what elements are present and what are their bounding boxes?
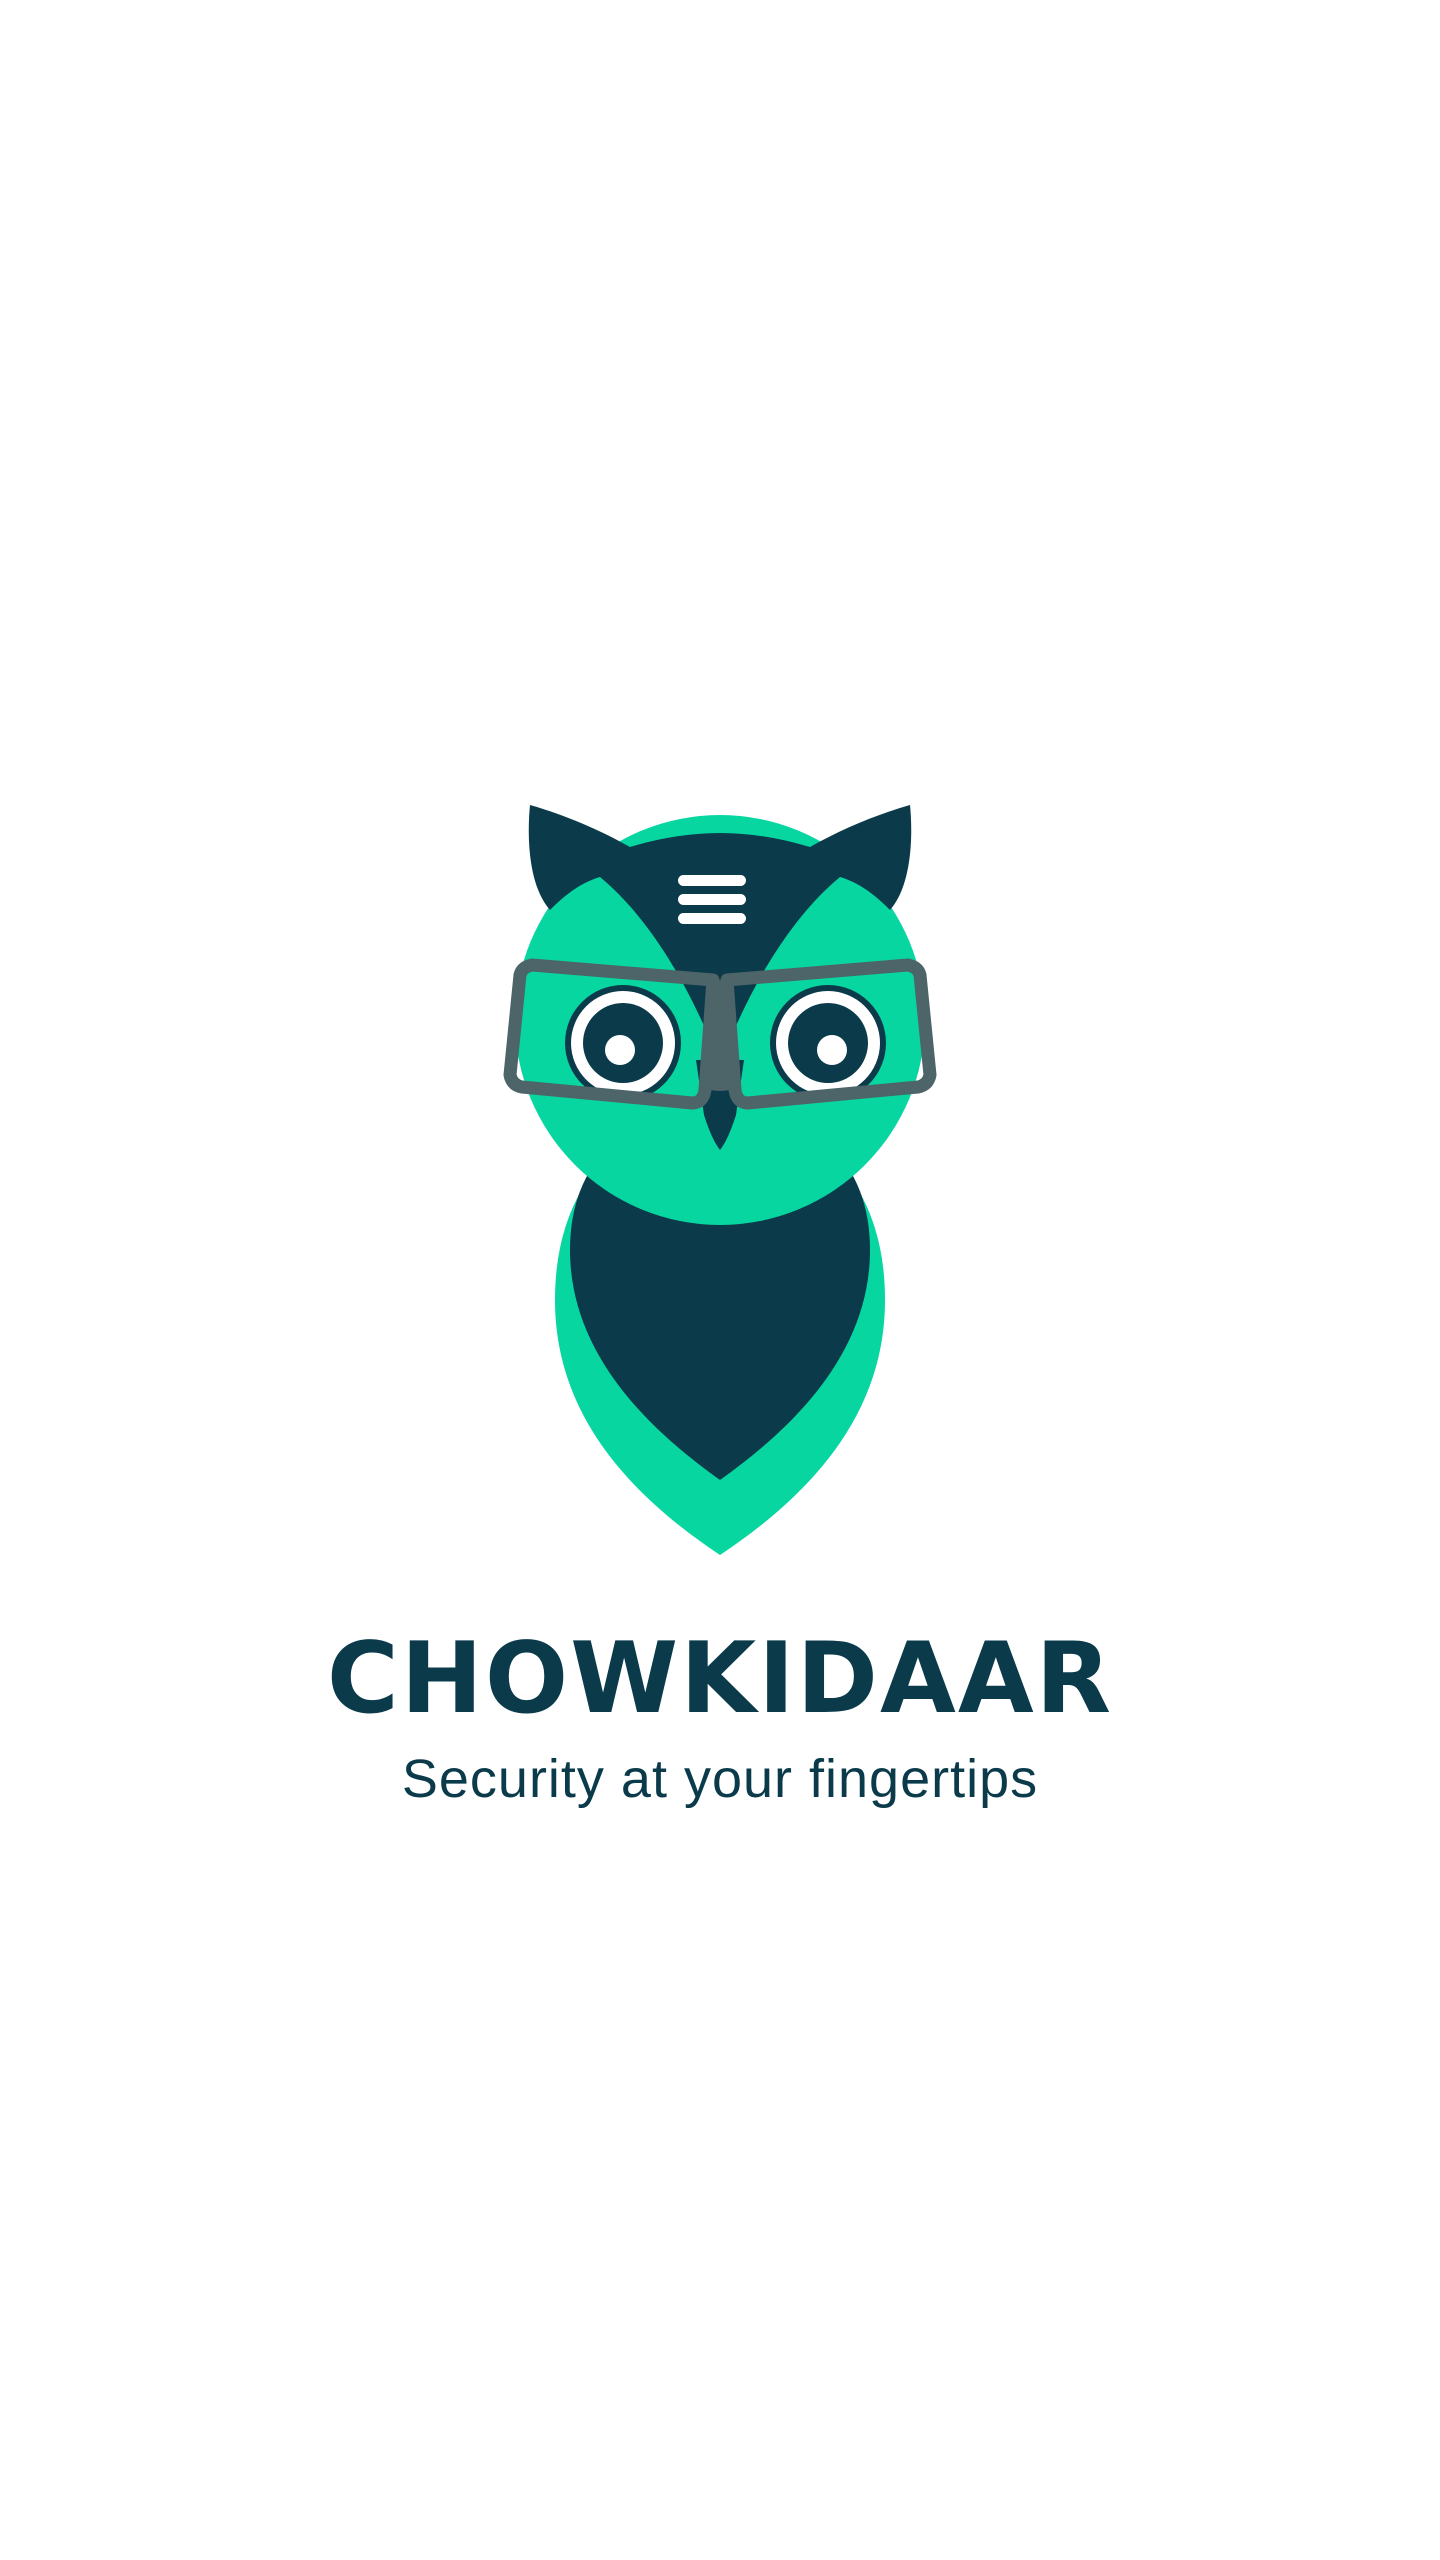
splash-screen: CHOWKIDAAR Security at your fingertips bbox=[0, 0, 1440, 2560]
app-name: CHOWKIDAAR bbox=[326, 1622, 1114, 1736]
tagline: Security at your fingertips bbox=[401, 1749, 1039, 1809]
owl-logo-icon bbox=[503, 805, 937, 1555]
owl-right-eye bbox=[770, 985, 886, 1101]
forehead-bar-2 bbox=[678, 894, 746, 905]
forehead-bar-1 bbox=[678, 875, 746, 886]
forehead-bar-3 bbox=[678, 913, 746, 924]
